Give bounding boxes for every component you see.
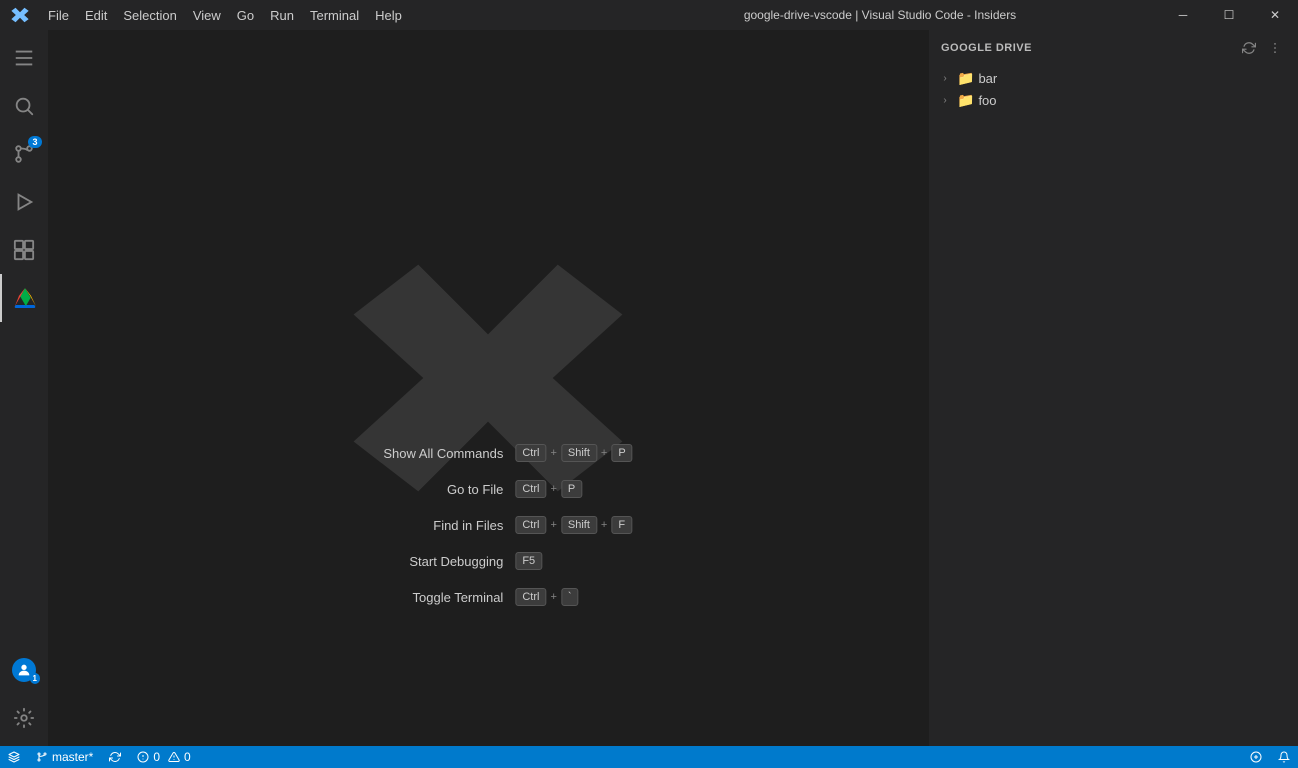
close-button[interactable]: ✕ xyxy=(1252,0,1298,30)
maximize-button[interactable]: ☐ xyxy=(1206,0,1252,30)
content-area: Show All Commands Ctrl + Shift + P Go to… xyxy=(48,30,1298,746)
activity-bar: 3 xyxy=(0,30,48,746)
titlebar: File Edit Selection View Go Run Terminal… xyxy=(0,0,1298,30)
menu-edit[interactable]: Edit xyxy=(77,0,115,30)
window-title: google-drive-vscode | Visual Studio Code… xyxy=(600,8,1160,22)
key-p: P xyxy=(561,480,582,498)
key-f: F xyxy=(611,516,632,534)
status-sync[interactable] xyxy=(101,746,129,768)
status-right xyxy=(1242,751,1298,763)
panel-actions xyxy=(1238,37,1286,59)
menu-view[interactable]: View xyxy=(185,0,229,30)
source-control-badge: 3 xyxy=(28,136,42,148)
status-branch[interactable]: master* xyxy=(28,746,101,768)
shortcut-label: Go to File xyxy=(343,482,503,497)
folder-icon: 📁 xyxy=(957,92,974,109)
shortcut-label: Start Debugging xyxy=(343,554,503,569)
key-ctrl: Ctrl xyxy=(515,588,546,606)
shortcut-keys: Ctrl + Shift + F xyxy=(515,516,632,534)
menu-run[interactable]: Run xyxy=(262,0,302,30)
panel-title: GOOGLE DRIVE xyxy=(941,42,1032,54)
status-remote[interactable] xyxy=(0,746,28,768)
status-notifications[interactable] xyxy=(1270,751,1298,763)
shortcut-keys: Ctrl + ` xyxy=(515,588,578,606)
shortcut-toggle-terminal: Toggle Terminal Ctrl + ` xyxy=(343,588,578,606)
minimize-button[interactable]: ─ xyxy=(1160,0,1206,30)
key-ctrl: Ctrl xyxy=(515,516,546,534)
key-ctrl: Ctrl xyxy=(515,480,546,498)
shortcut-start-debugging: Start Debugging F5 xyxy=(343,552,542,570)
shortcut-keys: Ctrl + P xyxy=(515,480,582,498)
shortcut-keys: Ctrl + Shift + P xyxy=(515,444,632,462)
activity-source-control[interactable]: 3 xyxy=(0,130,48,178)
key-p: P xyxy=(611,444,632,462)
key-backtick: ` xyxy=(561,588,579,606)
menu-help[interactable]: Help xyxy=(367,0,410,30)
key-shift: Shift xyxy=(561,444,597,462)
activity-extensions[interactable] xyxy=(0,226,48,274)
file-tree: › 📁 bar › 📁 foo xyxy=(929,65,1298,746)
chevron-icon: › xyxy=(937,70,953,86)
more-actions-button[interactable] xyxy=(1264,37,1286,59)
status-bar: master* 0 0 xyxy=(0,746,1298,768)
activity-bottom: 1 xyxy=(0,646,48,746)
tree-item-bar[interactable]: › 📁 bar xyxy=(929,67,1298,89)
error-count: 0 xyxy=(153,750,160,764)
status-left: master* 0 0 xyxy=(0,746,199,768)
menu-terminal[interactable]: Terminal xyxy=(302,0,367,30)
shortcut-label: Show All Commands xyxy=(343,446,503,461)
activity-search[interactable] xyxy=(0,82,48,130)
folder-name: foo xyxy=(978,93,996,108)
shortcut-label: Find in Files xyxy=(343,518,503,533)
menu-file[interactable]: File xyxy=(40,0,77,30)
chevron-icon: › xyxy=(937,92,953,108)
folder-icon: 📁 xyxy=(957,70,974,87)
window-controls: ─ ☐ ✕ xyxy=(1160,0,1298,30)
activity-explorer[interactable] xyxy=(0,34,48,82)
menu-selection[interactable]: Selection xyxy=(115,0,184,30)
shortcut-show-commands: Show All Commands Ctrl + Shift + P xyxy=(343,444,632,462)
folder-name: bar xyxy=(978,71,997,86)
key-ctrl: Ctrl xyxy=(515,444,546,462)
status-errors[interactable]: 0 0 xyxy=(129,746,198,768)
shortcut-go-to-file: Go to File Ctrl + P xyxy=(343,480,582,498)
google-drive-panel: GOOGLE DRIVE xyxy=(928,30,1298,746)
editor-area: Show All Commands Ctrl + Shift + P Go to… xyxy=(48,30,928,746)
user-avatar: 1 xyxy=(12,658,36,682)
branch-name: master* xyxy=(52,750,93,764)
vscode-icon xyxy=(0,6,40,24)
warning-count: 0 xyxy=(184,750,191,764)
key-f5: F5 xyxy=(515,552,542,570)
tree-item-foo[interactable]: › 📁 foo xyxy=(929,89,1298,111)
avatar-badge: 1 xyxy=(30,673,40,684)
shortcuts-panel: Show All Commands Ctrl + Shift + P Go to… xyxy=(343,444,632,606)
shortcut-label: Toggle Terminal xyxy=(343,590,503,605)
shortcut-find-in-files: Find in Files Ctrl + Shift + F xyxy=(343,516,632,534)
menu-go[interactable]: Go xyxy=(229,0,262,30)
shortcut-keys: F5 xyxy=(515,552,542,570)
key-shift: Shift xyxy=(561,516,597,534)
activity-debug[interactable] xyxy=(0,178,48,226)
refresh-button[interactable] xyxy=(1238,37,1260,59)
activity-avatar[interactable]: 1 xyxy=(0,646,48,694)
status-remote-icon[interactable] xyxy=(1242,751,1270,763)
menu-bar: File Edit Selection View Go Run Terminal… xyxy=(40,0,600,30)
panel-header: GOOGLE DRIVE xyxy=(929,30,1298,65)
activity-google-drive[interactable] xyxy=(0,274,48,322)
main-area: 3 xyxy=(0,30,1298,746)
activity-settings[interactable] xyxy=(0,694,48,742)
